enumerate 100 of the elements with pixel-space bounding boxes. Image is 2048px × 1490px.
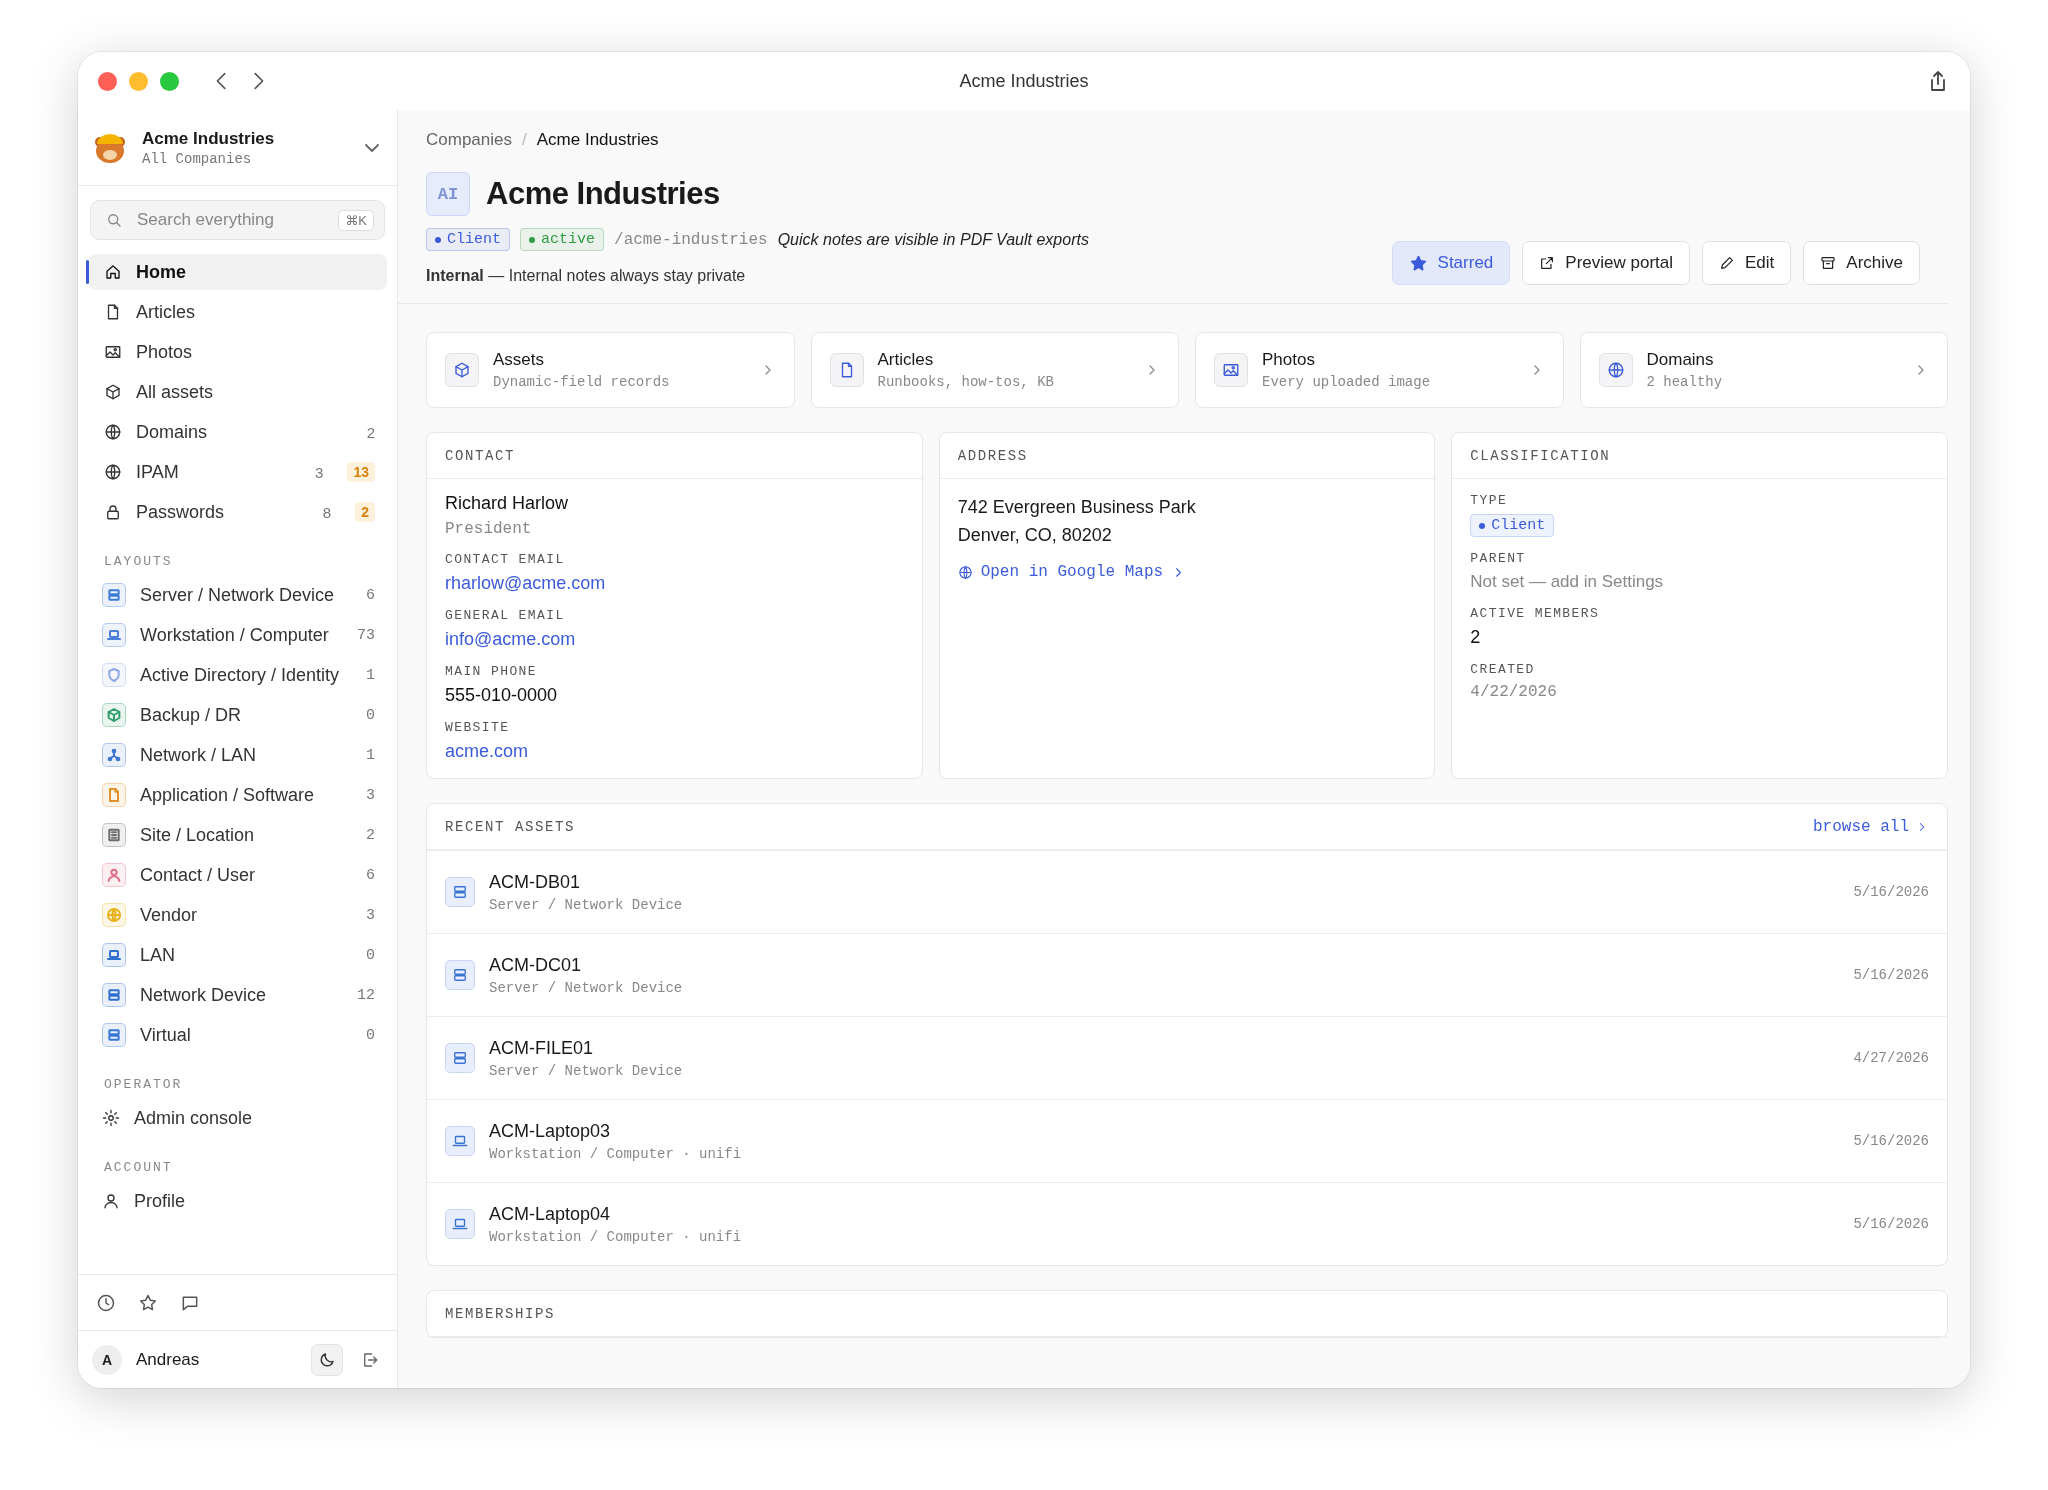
sidebar-item[interactable]: Home — [88, 254, 387, 290]
asset-type: Server / Network Device — [489, 979, 683, 996]
asset-type: Workstation / Computer · unifi — [489, 1145, 742, 1162]
sidebar-item[interactable]: Profile — [88, 1183, 387, 1219]
quick-link-card[interactable]: Articles Runbooks, how-tos, KB — [810, 332, 1179, 408]
quick-link-card[interactable]: Domains 2 healthy — [1579, 332, 1948, 408]
globe-icon — [957, 564, 973, 580]
item-count: 3 — [366, 906, 375, 924]
action-button[interactable]: Starred — [1391, 241, 1511, 285]
server-icon — [451, 1049, 469, 1067]
item-count: 0 — [366, 1026, 375, 1044]
asset-name: ACM-DC01 — [489, 954, 582, 976]
moon-icon — [318, 1350, 336, 1369]
asset-date: 5/16/2026 — [1853, 1133, 1929, 1149]
sidebar-item[interactable]: Network Device 12 — [88, 977, 387, 1013]
alert-count: 13 — [347, 462, 375, 482]
quick-note: Quick notes are visible in PDF Vault exports — [777, 230, 1089, 249]
type-tag: Client — [1470, 514, 1555, 537]
action-button[interactable]: Preview portal — [1522, 241, 1690, 285]
asset-row[interactable]: ACM-DB01 Server / Network Device 5/16/2026 — [427, 850, 1947, 933]
field-link[interactable]: info@acme.com — [445, 629, 576, 650]
internal-note: Internal — Internal notes always stay private — [426, 267, 747, 285]
field-label: CONTACT EMAIL — [445, 552, 566, 567]
external-link-icon — [1539, 255, 1556, 271]
card-subtitle: Every uploaded image — [1262, 374, 1431, 390]
action-button[interactable]: Edit — [1702, 241, 1792, 285]
sidebar-item[interactable]: Contact / User 6 — [88, 857, 387, 893]
breadcrumb-link[interactable]: Companies — [426, 130, 512, 150]
chevron-down-icon[interactable] — [365, 143, 379, 152]
asset-row[interactable]: ACM-Laptop04 Workstation / Computer · unifi 5/16/2026 — [427, 1182, 1947, 1265]
status-tag: Client — [426, 228, 510, 251]
cube-icon — [104, 383, 122, 401]
sidebar-item[interactable]: IPAM 3 13 — [88, 454, 387, 490]
sidebar-item[interactable]: Articles — [88, 294, 387, 330]
pencil-icon — [1719, 255, 1735, 271]
sidebar-item[interactable]: Photos — [88, 334, 387, 370]
field-label: ACTIVE MEMBERS — [1470, 606, 1601, 621]
globe-icon — [1606, 361, 1625, 379]
sidebar-item[interactable]: Workstation / Computer 73 — [88, 617, 387, 653]
star-icon — [1408, 253, 1428, 273]
item-count: 3 — [315, 463, 324, 481]
search-icon — [105, 211, 123, 229]
quick-link-card[interactable]: Assets Dynamic-field records — [426, 332, 795, 408]
sidebar-item[interactable]: Virtual 0 — [88, 1017, 387, 1053]
close-button[interactable] — [98, 71, 117, 91]
section-heading: ACCOUNT — [103, 1159, 174, 1177]
sidebar-item[interactable]: Active Directory / Identity 1 — [88, 657, 387, 693]
sidebar-item[interactable]: Vendor 3 — [88, 897, 387, 933]
theme-toggle-button[interactable] — [311, 1343, 343, 1376]
sidebar-item[interactable]: All assets — [88, 374, 387, 410]
breadcrumb-separator: / — [522, 130, 527, 150]
card-heading: ADDRESS — [957, 447, 1028, 464]
item-count: 8 — [322, 503, 332, 521]
contact-role: President — [445, 520, 533, 538]
asset-date: 4/27/2026 — [1853, 1050, 1929, 1066]
map-link[interactable]: Open in Google Maps — [957, 563, 1187, 581]
window-title: Acme Industries — [959, 70, 1089, 92]
section-heading: LAYOUTS — [103, 553, 174, 571]
sidebar-item[interactable]: LAN 0 — [88, 937, 387, 973]
search-field[interactable]: Search everything ⌘K — [90, 200, 385, 240]
asset-name: ACM-Laptop03 — [489, 1120, 612, 1142]
sidebar-item[interactable]: Backup / DR 0 — [88, 697, 387, 733]
item-count: 0 — [366, 946, 375, 964]
lock-icon — [104, 503, 122, 521]
field-link[interactable]: rharlow@acme.com — [445, 573, 606, 594]
status-tag: active — [520, 228, 605, 251]
sidebar-item[interactable]: Site / Location 2 — [88, 817, 387, 853]
sidebar-item[interactable]: Passwords 8 2 — [88, 494, 387, 530]
contact-name: Richard Harlow — [445, 493, 570, 514]
item-count: 12 — [357, 986, 375, 1004]
sidebar-item[interactable]: Domains 2 — [88, 414, 387, 450]
search-input[interactable]: Search everything — [135, 209, 327, 231]
star-icon — [138, 1292, 158, 1313]
card-heading: CLASSIFICATION — [1470, 447, 1611, 464]
card-title: Articles — [877, 350, 935, 370]
asset-row[interactable]: ACM-Laptop03 Workstation / Computer · unifi 5/16/2026 — [427, 1099, 1947, 1182]
sidebar-item[interactable]: Server / Network Device 6 — [88, 577, 387, 613]
company-slug: /acme-industries — [614, 230, 768, 249]
item-count: 1 — [366, 666, 375, 684]
asset-date: 5/16/2026 — [1853, 967, 1929, 983]
asset-row[interactable]: ACM-FILE01 Server / Network Device 4/27/2026 — [427, 1016, 1947, 1099]
company-initials: AI — [426, 172, 470, 216]
sidebar-item[interactable]: Admin console — [88, 1100, 387, 1136]
quick-link-card[interactable]: Photos Every uploaded image — [1195, 332, 1564, 408]
breadcrumb-link[interactable]: Acme Industries — [536, 130, 659, 150]
field-link[interactable]: acme.com — [445, 741, 529, 762]
asset-date: 5/16/2026 — [1853, 884, 1929, 900]
browse-all-link[interactable]: browse all — [1813, 817, 1929, 836]
gear-icon — [102, 1109, 120, 1127]
field-label: GENERAL EMAIL — [445, 608, 566, 623]
sidebar-item[interactable]: Network / LAN 1 — [88, 737, 387, 773]
archive-icon — [1820, 255, 1837, 271]
item-count: 2 — [366, 826, 375, 844]
card-title: Assets — [493, 350, 546, 370]
asset-name: ACM-DB01 — [489, 871, 582, 893]
company-subtitle: All Companies — [142, 150, 253, 167]
sidebar-item[interactable]: Application / Software 3 — [88, 777, 387, 813]
asset-row[interactable]: ACM-DC01 Server / Network Device 5/16/2026 — [427, 933, 1947, 1016]
action-button[interactable]: Archive — [1803, 241, 1920, 285]
server-icon — [451, 966, 469, 984]
